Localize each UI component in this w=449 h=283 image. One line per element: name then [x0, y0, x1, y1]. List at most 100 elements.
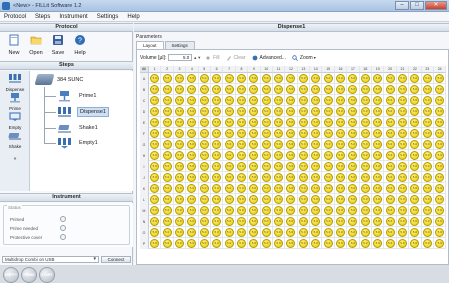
well-cell[interactable]: 5.0 [173, 205, 187, 216]
well-cell[interactable]: 5.0 [210, 172, 224, 183]
well-cell[interactable]: 5.0 [285, 161, 298, 172]
connection-select[interactable]: Multidrop Combi on USB [2, 256, 99, 263]
well-cell[interactable]: 5.0 [272, 95, 286, 106]
fill-button[interactable]: Fill [205, 55, 220, 61]
well-cell[interactable]: 5.0 [359, 95, 373, 106]
plate-node[interactable]: 384 SUNC [34, 74, 83, 85]
well-cell[interactable]: 5.0 [322, 172, 335, 183]
well-cell[interactable]: 5.0 [260, 205, 273, 216]
well-cell[interactable]: 5.0 [235, 205, 249, 216]
step-type-empty[interactable]: Empty [2, 111, 28, 130]
well-cell[interactable]: 5.0 [359, 161, 373, 172]
row-header[interactable]: M [140, 205, 149, 216]
well-cell[interactable]: 5.0 [372, 139, 385, 150]
well-cell[interactable]: 5.0 [310, 128, 323, 139]
well-cell[interactable]: 5.0 [186, 95, 199, 106]
well-cell[interactable]: 5.0 [223, 161, 236, 172]
well-cell[interactable]: 5.0 [235, 172, 249, 183]
well-cell[interactable]: 5.0 [248, 183, 261, 194]
well-cell[interactable]: 5.0 [285, 139, 298, 150]
well-cell[interactable]: 5.0 [347, 227, 360, 238]
well-cell[interactable]: 5.0 [235, 139, 249, 150]
well-cell[interactable]: 5.0 [260, 172, 273, 183]
well-cell[interactable]: 5.0 [297, 227, 311, 238]
well-cell[interactable]: 5.0 [149, 216, 162, 227]
well-cell[interactable]: 5.0 [198, 95, 211, 106]
well-cell[interactable]: 5.0 [384, 106, 397, 117]
well-cell[interactable]: 5.0 [161, 205, 174, 216]
well-cell[interactable]: 5.0 [310, 216, 323, 227]
well-cell[interactable]: 5.0 [210, 150, 224, 161]
column-header[interactable]: 12 [285, 66, 298, 73]
well-cell[interactable]: 5.0 [347, 73, 360, 84]
well-cell[interactable]: 5.0 [396, 106, 410, 117]
column-header[interactable]: 11 [272, 66, 286, 73]
column-header[interactable]: 20 [384, 66, 397, 73]
well-cell[interactable]: 5.0 [359, 205, 373, 216]
well-cell[interactable]: 5.0 [372, 194, 385, 205]
well-cell[interactable]: 5.0 [285, 172, 298, 183]
well-cell[interactable]: 5.0 [272, 150, 286, 161]
well-cell[interactable]: 5.0 [359, 150, 373, 161]
column-header[interactable]: 14 [310, 66, 323, 73]
well-cell[interactable]: 5.0 [235, 194, 249, 205]
well-cell[interactable]: 5.0 [384, 238, 397, 249]
well-cell[interactable]: 5.0 [409, 150, 422, 161]
well-cell[interactable]: 5.0 [297, 172, 311, 183]
well-cell[interactable]: 5.0 [396, 95, 410, 106]
column-header[interactable]: 9 [248, 66, 261, 73]
well-cell[interactable]: 5.0 [310, 194, 323, 205]
well-cell[interactable]: 5.0 [235, 150, 249, 161]
new-button[interactable]: New [3, 32, 25, 60]
well-cell[interactable]: 5.0 [421, 128, 434, 139]
well-cell[interactable]: 5.0 [359, 106, 373, 117]
well-cell[interactable]: 5.0 [173, 139, 187, 150]
well-cell[interactable]: 5.0 [186, 227, 199, 238]
well-cell[interactable]: 5.0 [260, 128, 273, 139]
row-header[interactable]: E [140, 117, 149, 128]
well-cell[interactable]: 5.0 [433, 227, 447, 238]
well-cell[interactable]: 5.0 [248, 150, 261, 161]
well-cell[interactable]: 5.0 [421, 183, 434, 194]
well-cell[interactable]: 5.0 [384, 84, 397, 95]
well-cell[interactable]: 5.0 [334, 73, 348, 84]
well-cell[interactable]: 5.0 [347, 194, 360, 205]
well-cell[interactable]: 5.0 [322, 128, 335, 139]
well-cell[interactable]: 5.0 [433, 73, 447, 84]
select-all-corner[interactable]: All [140, 66, 149, 73]
well-cell[interactable]: 5.0 [396, 238, 410, 249]
well-cell[interactable]: 5.0 [372, 73, 385, 84]
well-cell[interactable]: 5.0 [322, 216, 335, 227]
well-cell[interactable]: 5.0 [173, 183, 187, 194]
well-cell[interactable]: 5.0 [210, 216, 224, 227]
well-cell[interactable]: 5.0 [334, 117, 348, 128]
well-cell[interactable]: 5.0 [421, 84, 434, 95]
well-cell[interactable]: 5.0 [248, 194, 261, 205]
well-cell[interactable]: 5.0 [161, 161, 174, 172]
well-cell[interactable]: 5.0 [173, 95, 187, 106]
well-cell[interactable]: 5.0 [384, 139, 397, 150]
well-cell[interactable]: 5.0 [372, 161, 385, 172]
well-cell[interactable]: 5.0 [421, 150, 434, 161]
well-cell[interactable]: 5.0 [149, 172, 162, 183]
connect-button[interactable]: Connect [101, 256, 131, 263]
well-cell[interactable]: 5.0 [384, 128, 397, 139]
well-cell[interactable]: 5.0 [384, 73, 397, 84]
well-cell[interactable]: 5.0 [322, 183, 335, 194]
well-cell[interactable]: 5.0 [260, 227, 273, 238]
step-item-prime1[interactable]: Prime1 [57, 89, 98, 103]
well-cell[interactable]: 5.0 [260, 183, 273, 194]
well-cell[interactable]: 5.0 [248, 139, 261, 150]
well-cell[interactable]: 5.0 [359, 238, 373, 249]
well-cell[interactable]: 5.0 [310, 172, 323, 183]
well-cell[interactable]: 5.0 [161, 106, 174, 117]
row-header[interactable]: L [140, 194, 149, 205]
well-cell[interactable]: 5.0 [186, 128, 199, 139]
column-header[interactable]: 13 [297, 66, 311, 73]
well-cell[interactable]: 5.0 [322, 106, 335, 117]
well-cell[interactable]: 5.0 [186, 183, 199, 194]
well-cell[interactable]: 5.0 [433, 194, 447, 205]
well-cell[interactable]: 5.0 [223, 128, 236, 139]
well-cell[interactable]: 5.0 [173, 227, 187, 238]
well-cell[interactable]: 5.0 [372, 128, 385, 139]
